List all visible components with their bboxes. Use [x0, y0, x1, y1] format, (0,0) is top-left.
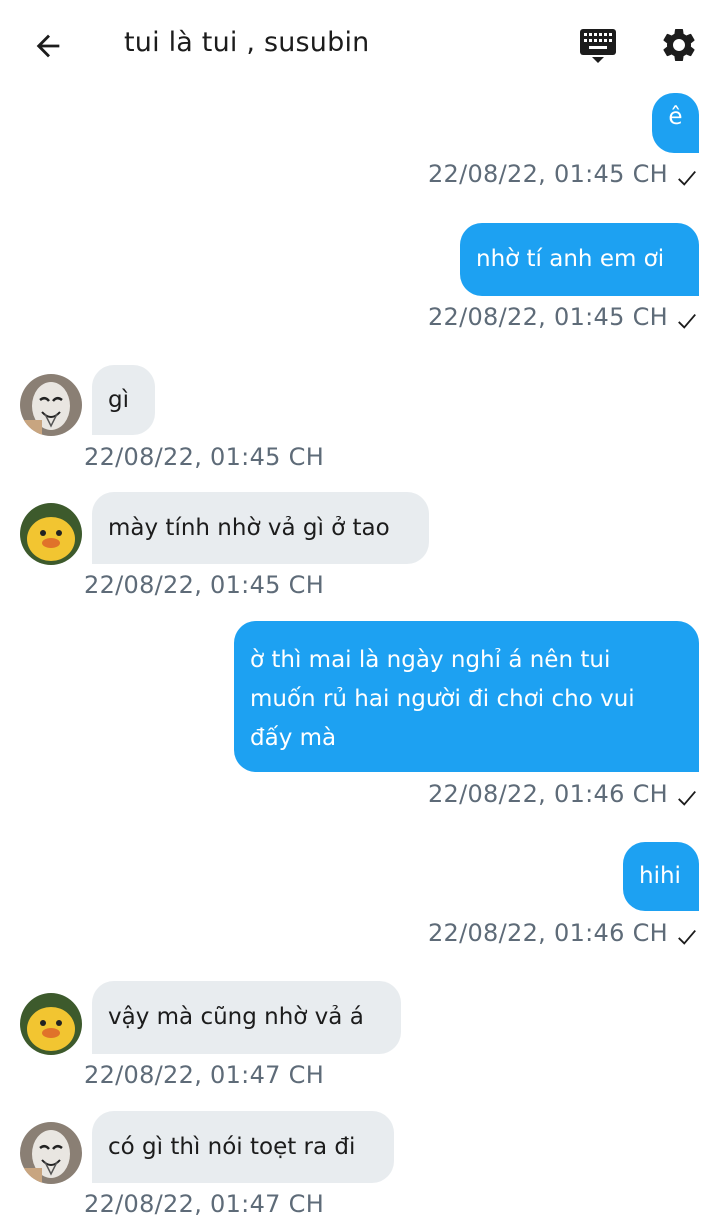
duck-avatar[interactable] — [20, 503, 82, 565]
incoming-message-bubble[interactable]: gì — [92, 365, 155, 435]
sent-check-icon — [678, 790, 696, 806]
sent-check-icon — [678, 929, 696, 945]
message-text: nhờ tí anh em ơi — [476, 246, 665, 272]
incoming-message-bubble[interactable]: có gì thì nói toẹt ra đi — [92, 1111, 394, 1183]
outgoing-message-bubble[interactable]: ê — [652, 93, 699, 153]
message-timestamp: 22/08/22, 01:45 CH — [427, 303, 668, 331]
message-text: mày tính nhờ vả gì ở tao — [108, 515, 390, 541]
message-timestamp: 22/08/22, 01:46 CH — [427, 919, 668, 947]
back-button[interactable] — [28, 26, 68, 66]
message-timestamp: 22/08/22, 01:45 CH — [427, 160, 668, 188]
message-text-line: đấy mà — [250, 725, 337, 751]
incoming-message-bubble[interactable]: vậy mà cũng nhờ vả á — [92, 981, 401, 1054]
incoming-message-bubble[interactable]: mày tính nhờ vả gì ở tao — [92, 492, 429, 564]
chat-header: tui là tui , susubin — [0, 0, 720, 90]
message-timestamp: 22/08/22, 01:47 CH — [84, 1061, 325, 1089]
sent-check-icon — [678, 170, 696, 186]
chat-screen: tui là tui , susubin ê 22/08/22, 01:45 C… — [0, 0, 720, 1226]
message-text: gì — [108, 387, 129, 413]
arrow-left-icon — [36, 34, 60, 58]
mask-avatar[interactable] — [20, 1122, 82, 1184]
message-timestamp: 22/08/22, 01:46 CH — [427, 780, 668, 808]
message-timestamp: 22/08/22, 01:45 CH — [84, 443, 325, 471]
message-timestamp: 22/08/22, 01:45 CH — [84, 571, 325, 599]
mask-avatar[interactable] — [20, 374, 82, 436]
outgoing-message-bubble[interactable]: hihi — [623, 842, 699, 911]
message-text-line: ờ thì mai là ngày nghỉ á nên tui — [250, 647, 611, 673]
message-text-line: muốn rủ hai người đi chơi cho vui — [250, 686, 635, 712]
conversation-title: tui là tui , susubin — [124, 27, 370, 58]
settings-button[interactable] — [659, 25, 699, 65]
sent-check-icon — [678, 313, 696, 329]
keyboard-button[interactable] — [578, 26, 618, 66]
outgoing-message-bubble[interactable]: nhờ tí anh em ơi — [460, 223, 699, 296]
keyboard-icon — [580, 29, 616, 63]
message-text: hihi — [639, 863, 681, 889]
gear-icon — [663, 28, 695, 61]
message-text: vậy mà cũng nhờ vả á — [108, 1004, 364, 1030]
message-text: ê — [668, 104, 683, 130]
outgoing-message-bubble[interactable]: ờ thì mai là ngày nghỉ á nên tui muốn rủ… — [234, 621, 699, 772]
message-text: có gì thì nói toẹt ra đi — [108, 1134, 356, 1160]
duck-avatar[interactable] — [20, 993, 82, 1055]
message-timestamp: 22/08/22, 01:47 CH — [84, 1190, 325, 1218]
